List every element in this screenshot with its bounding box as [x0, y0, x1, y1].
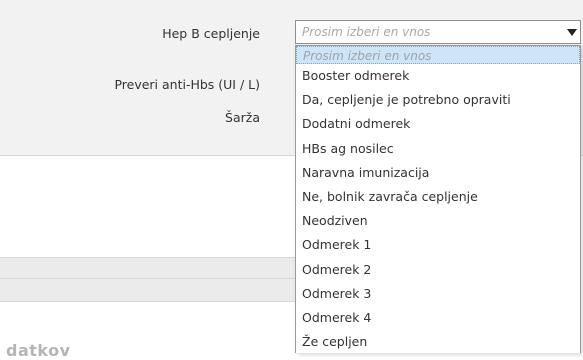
- dropdown-option-placeholder[interactable]: Prosim izberi en vnos: [296, 46, 580, 64]
- dropdown-option[interactable]: Neodziven: [296, 209, 580, 233]
- dropdown-option[interactable]: Že cepljen: [296, 330, 580, 354]
- hep-b-select-value: Prosim izberi en vnos: [302, 25, 431, 39]
- dropdown-option[interactable]: Booster odmerek: [296, 64, 580, 88]
- dropdown-option[interactable]: Naravna imunizacija: [296, 161, 580, 185]
- table-row: [0, 257, 296, 279]
- dropdown-option[interactable]: Odmerek 2: [296, 258, 580, 282]
- anti-hbs-label: Preveri anti-Hbs (UI / L): [114, 77, 260, 92]
- table-row: [0, 278, 296, 302]
- sarza-label: Šarža: [225, 110, 260, 125]
- dropdown-option[interactable]: Odmerek 1: [296, 233, 580, 257]
- dropdown-option[interactable]: Odmerek 4: [296, 306, 580, 330]
- hep-b-select[interactable]: Prosim izberi en vnos: [295, 20, 581, 44]
- dropdown-option[interactable]: HBs ag nosilec: [296, 137, 580, 161]
- dropdown-option[interactable]: Dodatni odmerek: [296, 112, 580, 136]
- dropdown-option[interactable]: Ne, bolnik zavrača cepljenje: [296, 185, 580, 209]
- dropdown-option[interactable]: Odmerek 3: [296, 282, 580, 306]
- hep-b-dropdown-list[interactable]: Prosim izberi en vnos Booster odmerek Da…: [295, 45, 581, 353]
- dropdown-option[interactable]: Da, cepljenje je potrebno opraviti: [296, 88, 580, 112]
- hep-b-label: Hep B cepljenje: [162, 26, 260, 41]
- triangle-down-icon[interactable]: [564, 21, 580, 43]
- section-heading-partial: datkov: [6, 341, 71, 360]
